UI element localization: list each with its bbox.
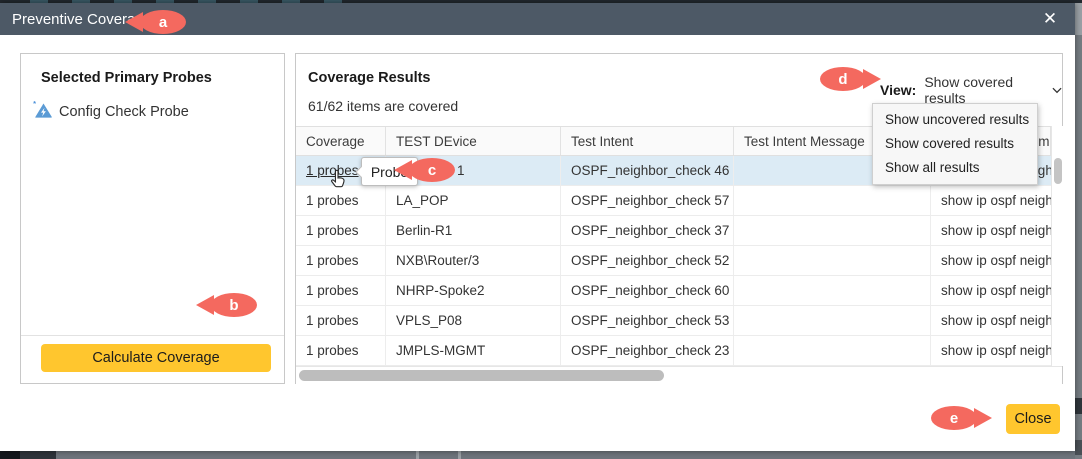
- hand-cursor-icon: [330, 169, 347, 188]
- coverage-cell: 1 probes: [296, 276, 386, 305]
- panel-divider: [21, 335, 284, 336]
- background-page-bottom-strip: [0, 451, 1075, 459]
- callout-a: a: [140, 10, 186, 34]
- table-row[interactable]: 1 probes NHRP-Spoke2 OSPF_neighbor_check…: [296, 276, 1051, 306]
- intent-cell: OSPF_neighbor_check 52: [561, 246, 734, 275]
- screen: Preventive Coverage ✕ Selected Primary P…: [0, 0, 1082, 459]
- intent-cell: OSPF_neighbor_check 37: [561, 216, 734, 245]
- svg-text:*: *: [33, 100, 36, 108]
- coverage-cell: 1 probes: [296, 306, 386, 335]
- coverage-results-heading: Coverage Results: [308, 70, 431, 86]
- chevron-down-icon: [1052, 87, 1062, 94]
- command-cell: show ip ospf neigh: [931, 216, 1051, 245]
- message-cell: [734, 246, 931, 275]
- horizontal-scrollbar-thumb[interactable]: [299, 370, 664, 381]
- command-cell: show ip ospf neigh: [931, 306, 1051, 335]
- device-cell: VPLS_P08: [386, 306, 561, 335]
- table-row[interactable]: 1 probes VPLS_P08 OSPF_neighbor_check 53…: [296, 306, 1051, 336]
- intent-cell: OSPF_neighbor_check 57: [561, 186, 734, 215]
- device-cell: Berlin-R1: [386, 216, 561, 245]
- command-cell: show ip ospf neigh: [931, 246, 1051, 275]
- vertical-scrollbar-thumb[interactable]: [1054, 158, 1062, 184]
- view-dropdown-option[interactable]: Show covered results: [873, 132, 1037, 156]
- column-header-coverage: Coverage: [296, 127, 386, 155]
- callout-d: d: [820, 67, 866, 91]
- view-dropdown-option[interactable]: Show all results: [873, 156, 1037, 180]
- selected-probes-panel: Selected Primary Probes * Config Check P…: [20, 53, 285, 384]
- device-cell: LA_POP: [386, 186, 561, 215]
- table-vertical-scrollbar[interactable]: [1051, 126, 1063, 366]
- view-dropdown-option[interactable]: Show uncovered results: [873, 108, 1037, 132]
- view-dropdown-menu: Show uncovered results Show covered resu…: [872, 103, 1038, 185]
- command-cell: show ip ospf neigh: [931, 186, 1051, 215]
- close-button[interactable]: Close: [1006, 404, 1060, 434]
- intent-cell: OSPF_neighbor_check 53: [561, 306, 734, 335]
- calculate-coverage-button[interactable]: Calculate Coverage: [41, 344, 271, 372]
- probe-icon: *: [33, 100, 53, 124]
- intent-cell: OSPF_neighbor_check 23: [561, 336, 734, 365]
- column-header-test-device: TEST DEvice: [386, 127, 561, 155]
- device-cell: NXB\Router/3: [386, 246, 561, 275]
- selected-probes-heading: Selected Primary Probes: [41, 70, 212, 86]
- coverage-summary: 61/62 items are covered: [308, 98, 458, 114]
- view-label: View:: [880, 82, 916, 98]
- column-header-test-intent: Test Intent: [561, 127, 734, 155]
- table-row[interactable]: 1 probes LA_POP OSPF_neighbor_check 57 s…: [296, 186, 1051, 216]
- close-icon[interactable]: ✕: [1037, 3, 1063, 35]
- callout-e: e: [931, 406, 977, 430]
- intent-cell: OSPF_neighbor_check 60: [561, 276, 734, 305]
- coverage-cell: 1 probes: [296, 216, 386, 245]
- message-cell: [734, 216, 931, 245]
- intent-cell: OSPF_neighbor_check 46: [561, 156, 734, 185]
- preventive-coverage-dialog: Preventive Coverage ✕ Selected Primary P…: [0, 3, 1075, 451]
- table-horizontal-scrollbar[interactable]: [296, 366, 1062, 384]
- message-cell: [734, 276, 931, 305]
- coverage-cell: 1 probes: [296, 336, 386, 365]
- callout-b: b: [211, 293, 257, 317]
- background-page-right-strip: [1075, 3, 1082, 459]
- view-selector: View: Show covered results: [880, 74, 1062, 106]
- probe-list-item[interactable]: * Config Check Probe: [33, 100, 189, 124]
- message-cell: [734, 306, 931, 335]
- coverage-cell: 1 probes: [296, 246, 386, 275]
- coverage-cell: 1 probes: [296, 186, 386, 215]
- command-cell: show ip ospf neigh: [931, 276, 1051, 305]
- table-row[interactable]: 1 probes NXB\Router/3 OSPF_neighbor_chec…: [296, 246, 1051, 276]
- table-row[interactable]: 1 probes Berlin-R1 OSPF_neighbor_check 3…: [296, 216, 1051, 246]
- message-cell: [734, 186, 931, 215]
- message-cell: [734, 336, 931, 365]
- device-cell: JMPLS-MGMT: [386, 336, 561, 365]
- view-selected-value[interactable]: Show covered results: [924, 74, 1062, 106]
- callout-c: c: [409, 158, 455, 182]
- device-cell: NHRP-Spoke2: [386, 276, 561, 305]
- probe-label: Config Check Probe: [59, 104, 189, 120]
- command-cell: show ip ospf neigh: [931, 336, 1051, 365]
- table-row[interactable]: 1 probes JMPLS-MGMT OSPF_neighbor_check …: [296, 336, 1051, 366]
